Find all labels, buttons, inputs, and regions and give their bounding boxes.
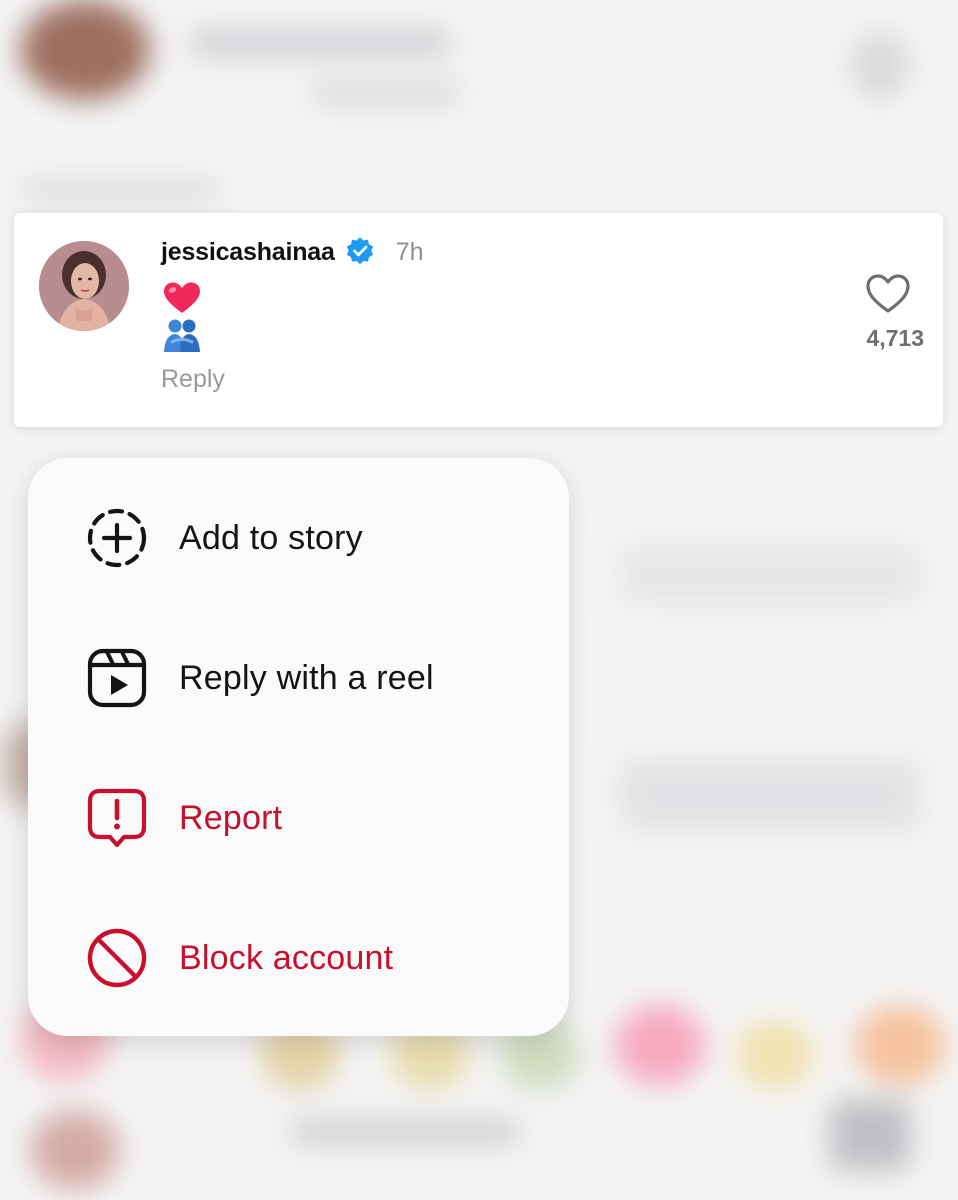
comment-username[interactable]: jessicashainaa <box>161 238 335 267</box>
people-hugging-emoji-icon <box>164 319 200 352</box>
red-heart-emoji-icon <box>164 282 200 313</box>
menu-item-label: Reply with a reel <box>179 658 434 697</box>
comment-time: 7h <box>395 237 424 266</box>
block-icon <box>87 928 147 988</box>
context-menu: Add to story Reply with a reel Report Bl… <box>28 458 569 1036</box>
reel-icon <box>87 648 147 708</box>
reply-link[interactable]: Reply <box>161 365 225 394</box>
add-story-icon <box>87 508 147 568</box>
menu-item-report[interactable]: Report <box>28 748 569 888</box>
menu-item-label: Block account <box>179 938 394 977</box>
report-icon <box>87 788 147 848</box>
avatar[interactable] <box>39 241 129 331</box>
menu-item-reply-with-reel[interactable]: Reply with a reel <box>28 608 569 748</box>
menu-item-block-account[interactable]: Block account <box>28 888 569 1028</box>
like-count: 4,713 <box>866 325 924 351</box>
menu-item-label: Report <box>179 798 283 837</box>
menu-item-add-to-story[interactable]: Add to story <box>28 468 569 608</box>
menu-item-label: Add to story <box>179 518 363 557</box>
heart-icon[interactable] <box>862 271 914 315</box>
verified-badge-icon <box>346 237 373 265</box>
comment-card: jessicashainaa 7h Reply 4,713 <box>14 213 943 427</box>
